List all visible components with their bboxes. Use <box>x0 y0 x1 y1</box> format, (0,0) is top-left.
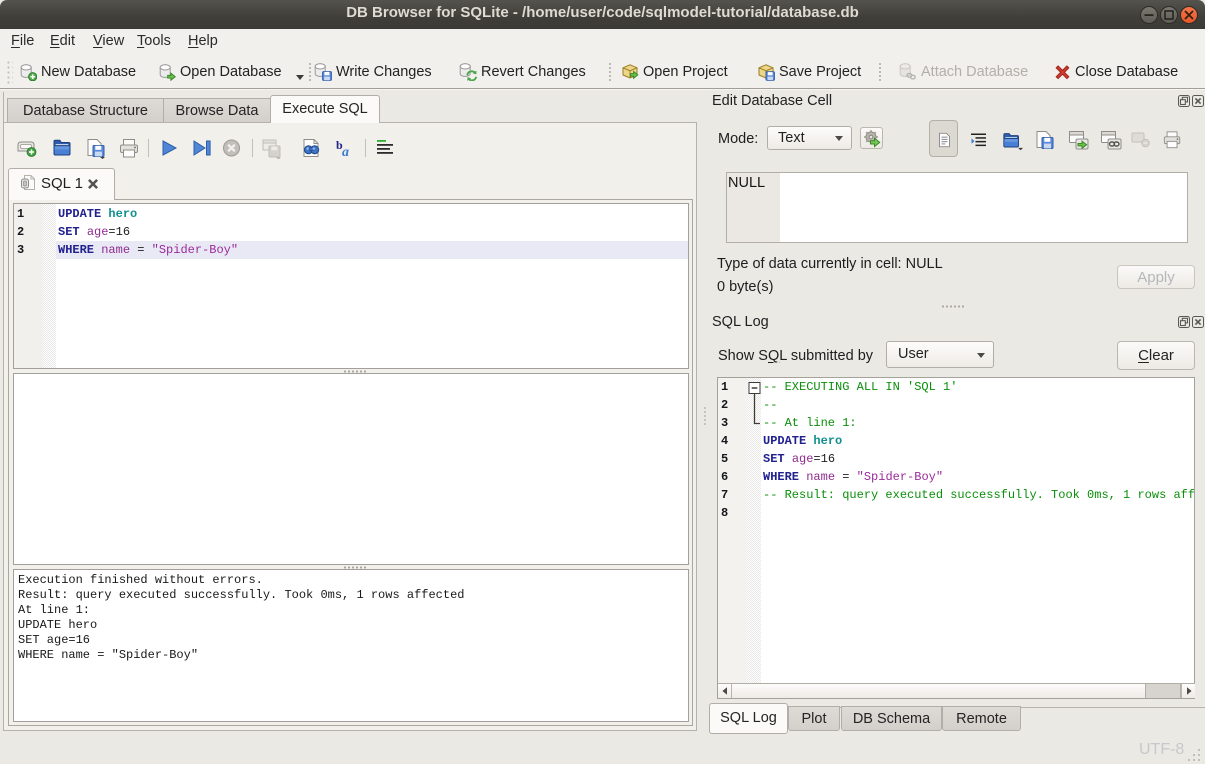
svg-text:a: a <box>342 145 349 159</box>
